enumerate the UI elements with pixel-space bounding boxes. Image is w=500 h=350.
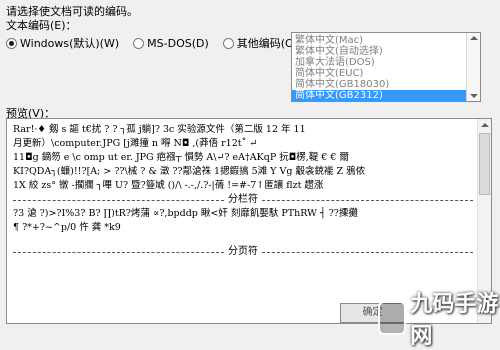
watermark-text: 九码手游网 [410, 292, 499, 349]
watermark-logo: 九码手游网 [378, 286, 500, 350]
preview-line: 月更新）\computer.JPG [j濉撞 n 嘚 N◘ ,(莽俉 r12t˚… [13, 138, 258, 149]
radio-msdos-label: MS-DOS(D) [147, 36, 209, 50]
page-break-separator: 分页符 [13, 245, 473, 259]
preview-line: 1X 絞 zs° 镦 -擱攔 ┐嗶 U? 暨?簦虓 ()/\ -.-,/.?-|… [13, 180, 324, 191]
page-break-label: 分页符 [228, 246, 258, 257]
encoding-list-scrollbar[interactable] [466, 33, 480, 101]
column-break-label: 分栏符 [228, 194, 258, 205]
column-break-separator: 分栏符 [13, 193, 473, 207]
preview-line: ¶ ?*+?~^p/0 忤 龚 *k9 [13, 222, 121, 233]
preview-line: ?3 滄 ?)>?I%3? B? ∏)tR?烤蒲 ∝?,bpddp 瞅<奸 刻靡… [13, 208, 358, 219]
radio-windows-label: Windows(默认)(W) [20, 37, 120, 50]
scrollbar-thumb[interactable] [479, 133, 490, 195]
scroll-down-icon[interactable] [470, 94, 478, 98]
radio-other[interactable]: 其他编码(O) [222, 35, 299, 51]
encoding-option[interactable]: 繁体中文(Mac) [292, 35, 480, 46]
preview-line: 11◘g 鏑笏 e \c omp ut er. JPG 疤襁┬ 愪勢 A\↵? … [13, 152, 349, 163]
scroll-up-icon[interactable] [470, 36, 478, 40]
preview-line: Rar!·♦ 剱 s 謳 t€扰 ? ? ┐孤 j躺]? 3c 实验源文件（第二… [13, 124, 306, 135]
encoding-option-selected[interactable]: 简体中文(GB2312) [292, 90, 480, 101]
encoding-list[interactable]: 繁体中文(Mac) 繁体中文(自动选择) 加拿大法语(DOS) 简体中文(EUC… [291, 32, 481, 102]
radio-icon[interactable] [222, 37, 234, 49]
encoding-option[interactable]: 繁体中文(自动选择) [292, 46, 480, 57]
encoding-radio-group: Windows(默认)(W) MS-DOS(D) 其他编码(O) [6, 35, 298, 51]
radio-icon[interactable] [133, 37, 145, 49]
encoding-option[interactable]: 简体中文(GB18030) [292, 79, 480, 90]
encoding-option[interactable]: 简体中文(EUC) [292, 68, 480, 79]
radio-windows[interactable]: Windows(默认)(W) [6, 35, 119, 51]
scroll-up-icon[interactable] [481, 123, 489, 127]
radio-other-label: 其他编码(O) [236, 37, 299, 50]
logo-icon [378, 301, 407, 335]
preview-line: KI?QDA┐(蠊)!!?[A; > ??\械 ? & 澂 ??郬滄祩 1揌鍜搞… [13, 166, 366, 177]
encoding-option[interactable]: 加拿大法语(DOS) [292, 57, 480, 68]
encoding-label: 文本编码(E)： [6, 19, 77, 32]
radio-msdos[interactable]: MS-DOS(D) [133, 37, 209, 50]
radio-selected-icon[interactable] [6, 37, 17, 49]
